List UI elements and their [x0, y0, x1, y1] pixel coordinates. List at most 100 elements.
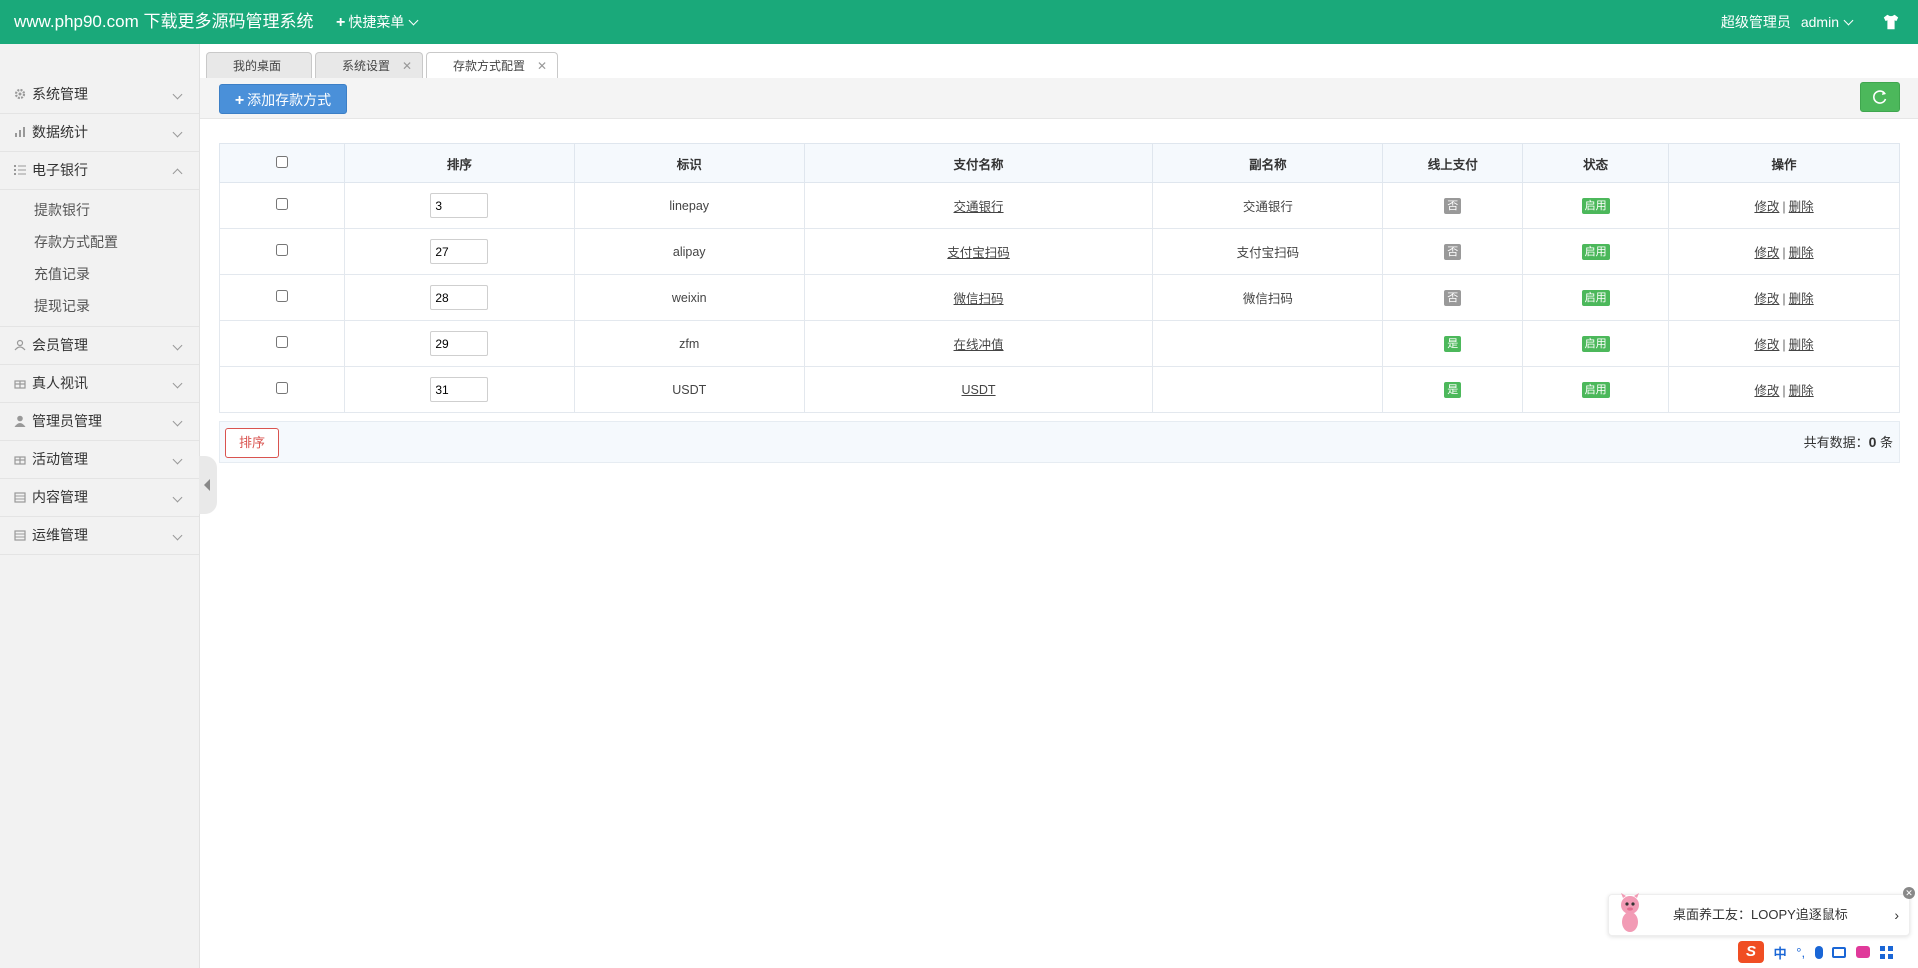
row-checkbox[interactable]	[275, 198, 288, 210]
online-badge: 否	[1444, 289, 1462, 306]
online-badge: 是	[1444, 381, 1462, 398]
column-header-name: 支付名称	[803, 143, 1154, 183]
notification-text: 桌面养工友：LOOPY追逐鼠标	[1673, 907, 1848, 922]
payment-name-link[interactable]: 在线冲值	[954, 338, 1004, 352]
sidebar-item-ebank[interactable]: 电子银行	[0, 152, 199, 190]
keyboard-icon[interactable]	[1832, 946, 1847, 958]
delete-link[interactable]: 删除	[1789, 246, 1814, 260]
table-row: weixin 微信扫码 微信扫码 否 启用 修改|删除	[219, 274, 1900, 321]
sogou-logo-icon[interactable]: S	[1738, 941, 1764, 963]
code-cell: zfm	[573, 320, 805, 367]
sort-cell	[343, 274, 575, 321]
sidebar-item-stats[interactable]: 数据统计	[0, 114, 199, 152]
status-badge[interactable]: 启用	[1581, 381, 1610, 398]
sidebar-subitem-withdraw-log[interactable]: 提现记录	[0, 290, 199, 322]
close-icon[interactable]: ✕	[402, 53, 412, 79]
sidebar-item-ops[interactable]: 运维管理	[0, 517, 199, 555]
sidebar-item-live-video[interactable]: 真人视讯	[0, 365, 199, 403]
status-cell: 启用	[1522, 274, 1670, 321]
sidebar-subitem-recharge-log[interactable]: 充值记录	[0, 258, 199, 290]
sort-order-input[interactable]	[430, 285, 489, 310]
sidebar-item-admins[interactable]: 管理员管理	[0, 403, 199, 441]
delete-link[interactable]: 删除	[1789, 292, 1814, 306]
online-cell: 否	[1382, 274, 1524, 321]
online-cell: 否	[1382, 182, 1524, 229]
desktop-pet-notification[interactable]: 桌面养工友：LOOPY追逐鼠标 › ✕	[1608, 887, 1915, 936]
sort-button[interactable]: 排序	[225, 428, 279, 458]
delete-link[interactable]: 删除	[1789, 200, 1814, 214]
online-badge: 否	[1444, 197, 1462, 214]
row-select-cell	[219, 182, 345, 229]
edit-link[interactable]: 修改	[1754, 338, 1779, 352]
row-checkbox[interactable]	[275, 336, 288, 348]
close-icon[interactable]: ✕	[1903, 887, 1915, 899]
subname-cell: 微信扫码	[1152, 274, 1384, 321]
edit-link[interactable]: 修改	[1754, 292, 1779, 306]
quick-menu-dropdown[interactable]: + 快捷菜单	[336, 0, 419, 45]
add-deposit-method-button[interactable]: + 添加存款方式	[219, 84, 347, 114]
sidebar-item-activities[interactable]: 活动管理	[0, 441, 199, 479]
sort-cell	[343, 320, 575, 367]
online-badge: 否	[1444, 243, 1462, 260]
refresh-button[interactable]	[1860, 82, 1900, 112]
sidebar-item-label: 系统管理	[32, 86, 88, 102]
shirt-icon[interactable]	[1882, 13, 1900, 31]
status-badge[interactable]: 启用	[1581, 335, 1610, 352]
sidebar-collapse-toggle[interactable]	[199, 456, 217, 514]
toolbar: + 添加存款方式	[200, 78, 1918, 119]
sort-order-input[interactable]	[430, 331, 489, 356]
payment-name-link[interactable]: 支付宝扫码	[947, 246, 1010, 260]
sidebar-subitem-deposit-config[interactable]: 存款方式配置	[0, 226, 199, 258]
code-cell: linepay	[573, 182, 805, 229]
column-header-actions: 操作	[1668, 143, 1900, 183]
separator: |	[1782, 338, 1786, 352]
edit-link[interactable]: 修改	[1754, 246, 1779, 260]
status-badge[interactable]: 启用	[1581, 289, 1610, 306]
name-cell: 支付宝扫码	[803, 228, 1154, 275]
microphone-icon[interactable]	[1814, 945, 1823, 959]
row-select-cell	[219, 366, 345, 413]
sidebar-item-members[interactable]: 会员管理	[0, 327, 199, 365]
sidebar-item-content[interactable]: 内容管理	[0, 479, 199, 517]
chevron-down-icon	[172, 416, 183, 427]
column-header-sort: 排序	[343, 143, 575, 183]
ime-language-toggle[interactable]: 中	[1774, 943, 1787, 962]
column-header-subname: 副名称	[1152, 143, 1384, 183]
sidebar-item-label: 活动管理	[32, 451, 88, 467]
tab-deposit-config[interactable]: 存款方式配置 ✕	[426, 52, 558, 79]
total-prefix: 共有数据：	[1803, 435, 1869, 450]
sidebar-item-system[interactable]: 系统管理	[0, 76, 199, 114]
edit-link[interactable]: 修改	[1754, 200, 1779, 214]
user-menu[interactable]: 超级管理员 admin	[1721, 0, 1854, 44]
sort-order-input[interactable]	[430, 239, 489, 264]
edit-link[interactable]: 修改	[1754, 384, 1779, 398]
status-cell: 启用	[1522, 320, 1670, 367]
row-checkbox[interactable]	[275, 244, 288, 256]
chevron-down-icon	[172, 378, 183, 389]
chevron-right-icon[interactable]: ›	[1894, 895, 1899, 935]
ime-punctuation-toggle[interactable]: °,	[1796, 945, 1805, 960]
brand-title[interactable]: www.php90.com 下载更多源码管理系统	[14, 0, 313, 44]
tab-system-settings[interactable]: 系统设置 ✕	[315, 52, 423, 78]
tab-desktop[interactable]: 我的桌面	[206, 52, 312, 78]
plus-icon: +	[234, 92, 245, 109]
row-checkbox[interactable]	[275, 290, 288, 302]
delete-link[interactable]: 删除	[1789, 338, 1814, 352]
skin-icon[interactable]	[1855, 946, 1870, 958]
payment-name-link[interactable]: 交通银行	[954, 200, 1004, 214]
sort-order-input[interactable]	[430, 193, 489, 218]
select-all-checkbox[interactable]	[275, 155, 288, 168]
payment-name-link[interactable]: 微信扫码	[954, 292, 1004, 306]
sort-order-input[interactable]	[430, 377, 489, 402]
sidebar-subitem-withdraw-bank[interactable]: 提款银行	[0, 194, 199, 226]
status-badge[interactable]: 启用	[1581, 197, 1610, 214]
grid-menu-icon[interactable]	[1879, 945, 1893, 959]
payment-name-link[interactable]: USDT	[962, 383, 996, 397]
sidebar-item-label: 会员管理	[32, 337, 88, 353]
close-icon[interactable]: ✕	[537, 53, 547, 79]
status-badge[interactable]: 启用	[1581, 243, 1610, 260]
refresh-icon	[1873, 90, 1887, 104]
row-checkbox[interactable]	[275, 382, 288, 394]
delete-link[interactable]: 删除	[1789, 384, 1814, 398]
table-row: zfm 在线冲值 是 启用 修改|删除	[219, 320, 1900, 367]
